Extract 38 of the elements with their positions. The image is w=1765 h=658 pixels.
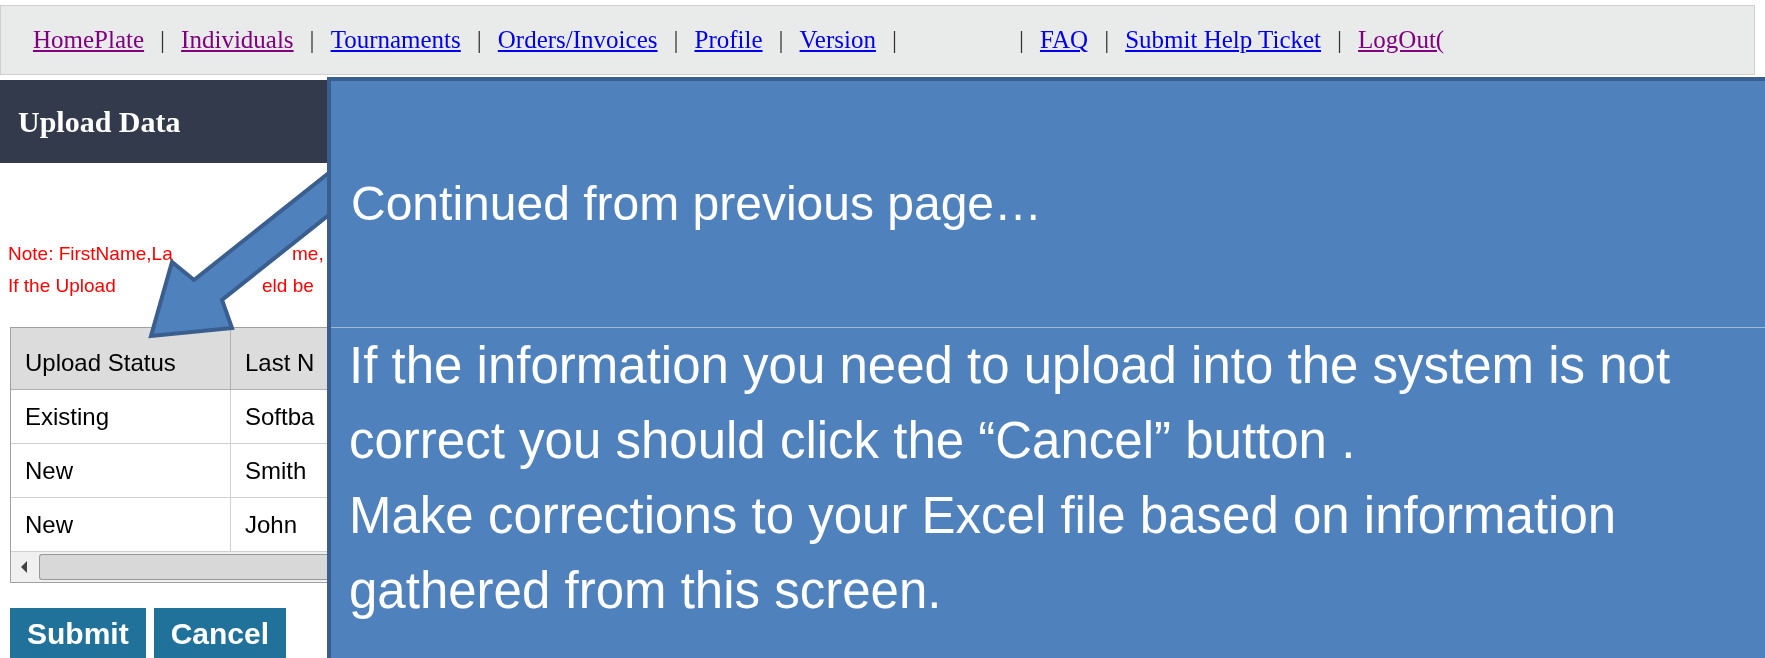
horizontal-scrollbar[interactable] xyxy=(11,552,327,582)
nav-separator: | xyxy=(1104,25,1110,56)
nav-link[interactable]: Version xyxy=(799,21,876,59)
nav-link[interactable]: Submit Help Ticket xyxy=(1125,21,1322,59)
table-cell: Existing xyxy=(11,390,231,443)
table-cell: New xyxy=(11,444,231,497)
table-cell-text: Softba xyxy=(244,401,316,432)
nav-link[interactable]: LogOut( xyxy=(1358,21,1445,59)
table-cell-text: Smith xyxy=(244,455,308,486)
nav-separator: | xyxy=(1018,25,1024,56)
nav-link[interactable]: Orders/Invoices xyxy=(497,21,658,59)
nav-separator: | xyxy=(160,25,166,56)
form-button[interactable]: Cancel xyxy=(153,608,287,658)
table-cell-text: John xyxy=(244,509,299,540)
nav-link[interactable]: Profile xyxy=(694,21,763,59)
column-header: Last N xyxy=(244,347,316,378)
note-text: eld be xyxy=(262,274,314,298)
callout-text: If the information you need to upload into the system is not correct you should click the “Cancel” button . xyxy=(348,336,1672,471)
nav-separator: | xyxy=(673,25,679,56)
note-text: If the Upload xyxy=(8,274,117,298)
nav-separator: | xyxy=(476,25,482,56)
form-button[interactable]: Submit xyxy=(10,608,146,658)
nav-separator: | xyxy=(778,25,784,56)
callout-text: Make corrections to your Excel file based on information gathered from this screen. xyxy=(348,486,1618,621)
scrollbar-thumb[interactable] xyxy=(39,554,327,580)
table-cell: New xyxy=(11,498,231,551)
nav-link[interactable]: HomePlate xyxy=(33,21,145,59)
nav-link[interactable]: Tournaments xyxy=(330,21,461,59)
note-text: Note: FirstName,La xyxy=(8,242,174,266)
nav-link[interactable]: Individuals xyxy=(181,21,294,59)
note-text: me, xyxy=(292,242,324,266)
scroll-left-icon[interactable] xyxy=(19,560,29,574)
nav-separator: | xyxy=(1337,25,1343,56)
nav-separator: | xyxy=(309,25,315,56)
nav-separator: | xyxy=(891,25,897,56)
nav-link[interactable]: FAQ xyxy=(1040,21,1089,59)
callout-title: Continued from previous page… xyxy=(351,176,1043,232)
page-title: Upload Data xyxy=(18,104,181,140)
